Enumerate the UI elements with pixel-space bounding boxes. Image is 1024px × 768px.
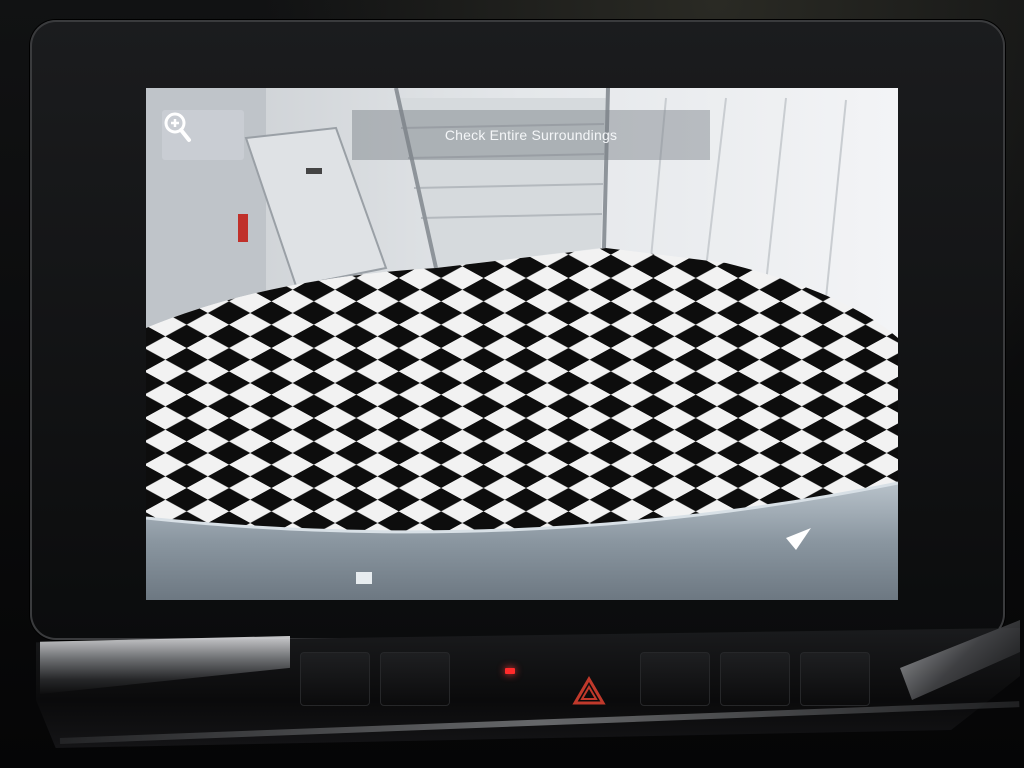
console-button-4[interactable] bbox=[720, 652, 790, 706]
zoom-button[interactable] bbox=[162, 110, 244, 160]
banner-text: Check Entire Surroundings bbox=[444, 127, 618, 143]
console-button-3[interactable] bbox=[640, 652, 710, 706]
hazard-triangle-icon bbox=[572, 676, 606, 705]
surroundings-banner: Check Entire Surroundings bbox=[352, 110, 710, 160]
rear-camera-screen[interactable]: Check Entire Surroundings bbox=[146, 88, 898, 600]
console-button-1[interactable] bbox=[300, 652, 370, 706]
hazard-button[interactable] bbox=[572, 676, 606, 706]
console-button-5[interactable] bbox=[800, 652, 870, 706]
indicator-led bbox=[505, 668, 515, 674]
camera-feed bbox=[146, 88, 898, 600]
console-button-2[interactable] bbox=[380, 652, 450, 706]
zoom-in-magnifier-icon bbox=[164, 112, 191, 142]
